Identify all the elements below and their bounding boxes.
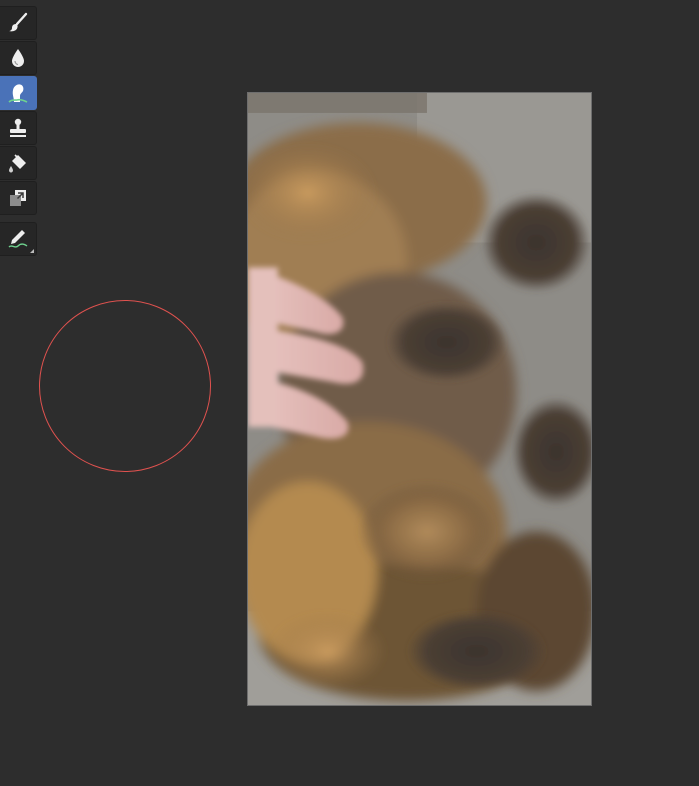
tool-palette <box>0 6 37 257</box>
fill-tool-button[interactable] <box>0 146 37 180</box>
water-drop-icon <box>6 46 30 70</box>
layer-copy-icon <box>6 186 30 210</box>
pen-stroke-icon <box>6 227 30 251</box>
submenu-indicator-icon <box>30 249 34 253</box>
brush-tool-button[interactable] <box>0 6 37 40</box>
water-tool-button[interactable] <box>0 41 37 75</box>
paint-app <box>0 0 699 786</box>
layer-tool-button[interactable] <box>0 181 37 215</box>
clone-stamp-icon <box>6 116 30 140</box>
stamp-tool-button[interactable] <box>0 111 37 145</box>
drawing-canvas[interactable] <box>247 92 592 706</box>
paintbrush-icon <box>6 11 30 35</box>
smudge-tool-button[interactable] <box>0 76 37 110</box>
brush-size-cursor <box>39 300 211 472</box>
canvas-photo <box>248 93 591 705</box>
smudge-finger-icon <box>6 81 30 105</box>
paint-bucket-icon <box>6 151 30 175</box>
pen-tool-button[interactable] <box>0 222 37 256</box>
